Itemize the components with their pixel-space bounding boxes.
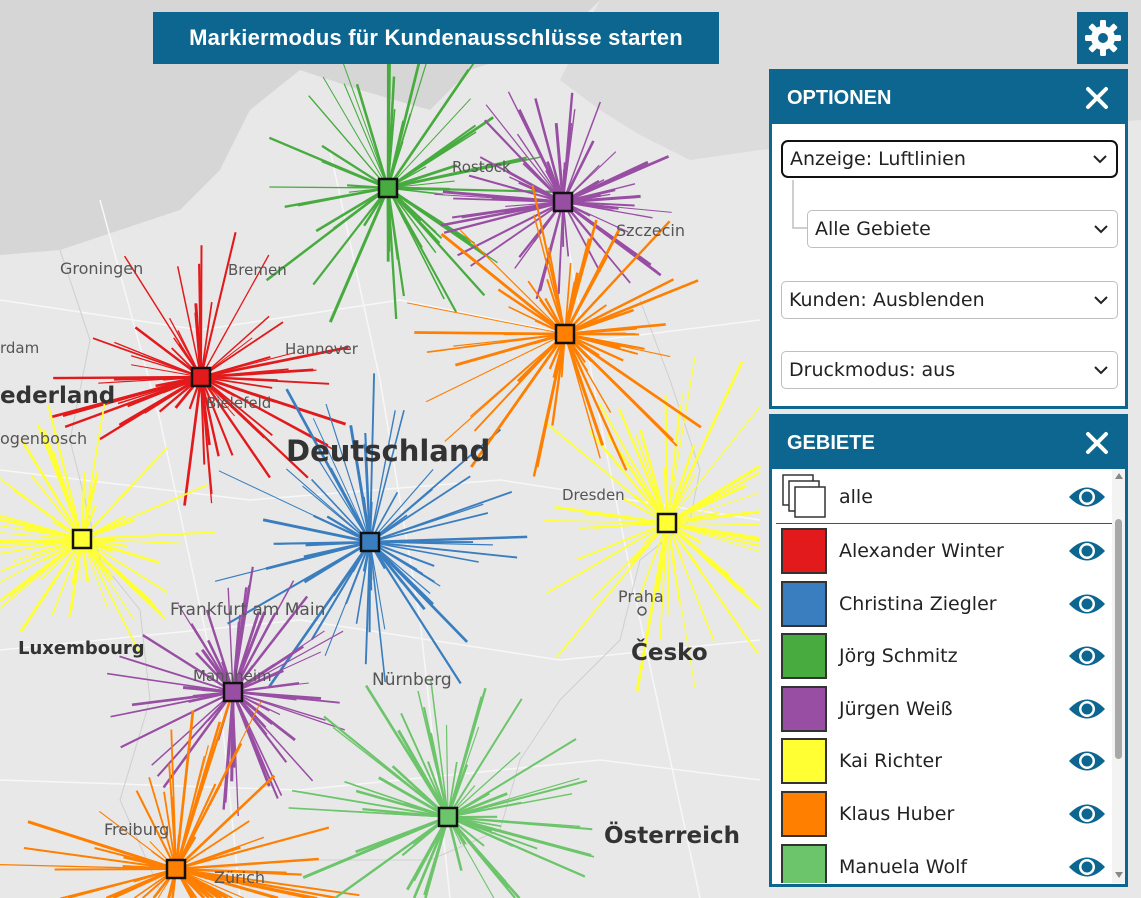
color-swatch[interactable] — [781, 791, 827, 837]
label-praha: Praha — [618, 587, 664, 606]
areas-panel: GEBIETE alle Alexander Winter Christina Z… — [769, 414, 1128, 887]
territory-hub-marker[interactable] — [359, 531, 381, 553]
label-amsterdam: rdam — [0, 339, 39, 357]
color-swatch[interactable] — [781, 633, 827, 680]
color-swatch[interactable] — [781, 528, 827, 574]
options-panel: OPTIONEN Anzeige: Luftlinien Alle Gebiet… — [769, 69, 1128, 409]
label-bielefeld: Bielefeld — [206, 394, 271, 412]
territory-hub-marker[interactable] — [552, 191, 574, 213]
list-item-label: Jörg Schmitz — [839, 645, 958, 668]
list-item[interactable]: Manuela Wolf — [772, 841, 1112, 883]
territory-hub-marker[interactable] — [222, 681, 244, 703]
label-dresden: Dresden — [562, 486, 625, 504]
list-divider — [776, 523, 1112, 524]
list-item-label: Alexander Winter — [839, 540, 1004, 562]
close-icon[interactable] — [1085, 431, 1109, 455]
color-swatch[interactable] — [781, 738, 827, 785]
label-cesko: Česko — [631, 638, 708, 666]
eye-icon[interactable] — [1067, 484, 1107, 510]
territory-line — [200, 245, 203, 378]
eye-icon[interactable] — [1067, 801, 1107, 827]
chevron-down-icon — [1094, 225, 1108, 234]
scrollbar[interactable] — [1112, 469, 1125, 883]
label-hannover: Hannover — [285, 340, 359, 358]
label-rostock: Rostock — [452, 158, 511, 176]
eye-icon[interactable] — [1067, 591, 1107, 617]
list-item-label: alle — [839, 486, 873, 508]
list-item[interactable]: Alexander Winter — [772, 525, 1112, 577]
list-item[interactable]: Kai Richter — [772, 735, 1112, 787]
list-item-label: Christina Ziegler — [839, 592, 997, 615]
customers-select-value: Kunden: Ausblenden — [789, 289, 985, 311]
label-nederland: ederland — [0, 383, 115, 409]
label-mannheim: Mannheim — [193, 667, 272, 685]
scrollbar-thumb[interactable] — [1115, 519, 1122, 759]
territory-hub-marker[interactable] — [71, 528, 93, 550]
label-luxembourg: Luxembourg — [18, 638, 145, 659]
eye-icon[interactable] — [1067, 748, 1107, 774]
label-deutschland: Deutschland — [286, 434, 490, 468]
areas-panel-title: GEBIETE — [787, 431, 875, 454]
print-mode-select[interactable]: Druckmodus: aus — [781, 351, 1118, 389]
chevron-down-icon — [1093, 155, 1107, 164]
stack-layers-icon — [782, 474, 826, 518]
options-panel-header: OPTIONEN — [772, 72, 1125, 124]
eye-icon[interactable] — [1067, 854, 1107, 880]
territory-hub-marker[interactable] — [437, 806, 459, 828]
color-swatch[interactable] — [781, 843, 827, 883]
label-zuerich: Zürich — [214, 868, 265, 887]
list-item[interactable]: Christina Ziegler — [772, 578, 1112, 630]
chevron-down-icon — [1094, 366, 1108, 375]
territory-hub-marker[interactable] — [190, 366, 212, 388]
scroll-up-icon[interactable] — [1115, 473, 1123, 479]
label-frankfurt: Frankfurt am Main — [170, 600, 325, 620]
label-groningen: Groningen — [60, 259, 143, 278]
territory-hub-marker[interactable] — [656, 512, 678, 534]
areas-list[interactable]: alle Alexander Winter Christina Ziegler Jö… — [772, 469, 1125, 883]
eye-icon[interactable] — [1067, 538, 1107, 564]
area-filter-select-value: Alle Gebiete — [815, 218, 931, 240]
label-freiburg: Freiburg — [104, 820, 169, 839]
display-mode-select[interactable]: Anzeige: Luftlinien — [781, 140, 1118, 178]
start-marking-mode-button[interactable]: Markiermodus für Kundenausschlüsse start… — [153, 12, 719, 64]
label-bremen: Bremen — [228, 261, 287, 279]
territory-line — [53, 375, 202, 380]
list-item[interactable]: Jörg Schmitz — [772, 630, 1112, 682]
list-item-label: Klaus Huber — [839, 803, 955, 825]
territory-hub-marker[interactable] — [554, 323, 576, 345]
chevron-down-icon — [1094, 296, 1108, 305]
label-hertogenbosch: ogenbosch — [0, 429, 87, 448]
territory-hub-marker[interactable] — [165, 858, 187, 880]
list-item-label: Kai Richter — [839, 750, 943, 773]
list-item[interactable]: Jürgen Weiß — [772, 683, 1112, 735]
print-mode-select-value: Druckmodus: aus — [789, 359, 956, 381]
label-nuernberg: Nürnberg — [372, 670, 452, 690]
eye-icon[interactable] — [1067, 643, 1107, 669]
area-filter-select[interactable]: Alle Gebiete — [807, 210, 1118, 248]
gear-icon — [1084, 20, 1121, 56]
label-oesterreich: Österreich — [604, 821, 740, 849]
label-szczecin: Szczecin — [616, 221, 685, 240]
areas-panel-header: GEBIETE — [772, 417, 1125, 469]
close-icon[interactable] — [1085, 86, 1109, 110]
color-swatch[interactable] — [781, 580, 827, 627]
color-swatch[interactable] — [781, 685, 827, 732]
eye-icon[interactable] — [1067, 696, 1107, 722]
options-panel-title: OPTIONEN — [787, 86, 892, 109]
list-item[interactable]: Klaus Huber — [772, 788, 1112, 840]
territory-hub-marker[interactable] — [377, 177, 399, 199]
territory-line — [664, 394, 669, 524]
scroll-down-icon[interactable] — [1115, 872, 1123, 878]
settings-button[interactable] — [1077, 12, 1128, 64]
customers-select[interactable]: Kunden: Ausblenden — [781, 281, 1118, 319]
list-item-label: Manuela Wolf — [839, 855, 968, 878]
list-item-all[interactable]: alle — [772, 471, 1112, 523]
display-mode-select-value: Anzeige: Luftlinien — [790, 148, 966, 170]
list-item-label: Jürgen Weiß — [839, 697, 953, 720]
